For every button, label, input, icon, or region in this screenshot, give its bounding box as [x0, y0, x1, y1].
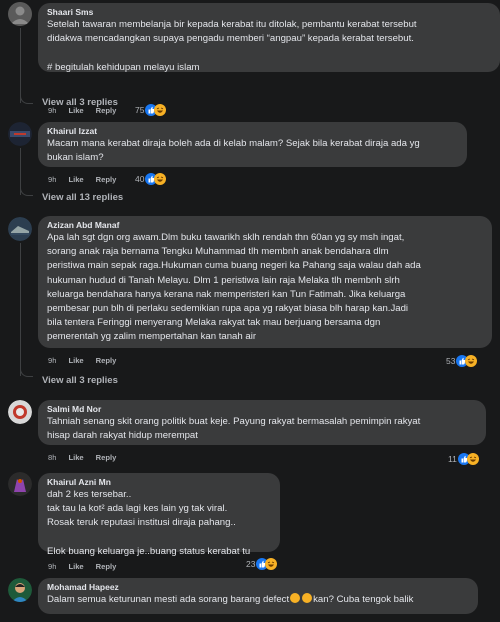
comment-author[interactable]: Azizan Abd Manaf — [47, 219, 483, 231]
reaction-summary[interactable]: 40 — [135, 172, 167, 186]
comment-actions: 9h Like Reply — [48, 560, 116, 572]
comment-author[interactable]: Mohamad Hapeez — [47, 581, 469, 593]
avatar[interactable] — [8, 472, 32, 496]
comment-time[interactable]: 8h — [48, 453, 56, 462]
haha-reaction-icon — [265, 558, 278, 570]
reaction-summary[interactable]: 11 — [448, 452, 479, 466]
reaction-count: 11 — [448, 454, 457, 464]
reply-button[interactable]: Reply — [96, 562, 117, 571]
comment-author[interactable]: Shaari Sms — [47, 6, 491, 18]
comment-text-part: kan? Cuba tengok balik — [313, 594, 414, 605]
comment-actions: 9h Like Reply — [48, 354, 116, 366]
comment-text: Apa lah sgt dgn org awam.Dlm buku tawari… — [47, 232, 421, 343]
thread-elbow — [20, 93, 33, 104]
comment-author[interactable]: Salmi Md Nor — [47, 403, 477, 415]
comment-time[interactable]: 9h — [48, 356, 56, 365]
comment-time[interactable]: 9h — [48, 562, 56, 571]
comment-author[interactable]: Khairul Azni Mn — [47, 476, 271, 488]
comment-text-part: Dalam semua keturunan mesti ada sorang b… — [47, 594, 290, 605]
comment-text: Macam mana kerabat diraja boleh ada di k… — [47, 138, 420, 164]
comment-actions: 8h Like Reply — [48, 451, 116, 463]
thread-line — [20, 243, 21, 376]
comment-author[interactable]: Khairul Izzat — [47, 125, 458, 137]
avatar[interactable] — [8, 122, 32, 146]
comment-bubble: Khairul Azni Mn dah 2 kes tersebar.. tak… — [38, 473, 280, 557]
like-button[interactable]: Like — [68, 175, 83, 184]
comment-bubble: Shaari Sms Setelah tawaran membelanja bi… — [38, 3, 500, 73]
like-button[interactable]: Like — [68, 453, 83, 462]
view-replies-link[interactable]: View all 3 replies — [42, 375, 118, 386]
view-replies-link[interactable]: View all 13 replies — [42, 192, 123, 203]
thread-line — [20, 28, 21, 103]
comment-bubble: Salmi Md Nor Tahniah senang skit orang p… — [38, 400, 486, 445]
reaction-count: 75 — [135, 105, 145, 115]
comment-text: Setelah tawaran membelanja bir kepada ke… — [47, 19, 417, 73]
like-button[interactable]: Like — [68, 356, 83, 365]
reaction-count: 23 — [246, 559, 256, 569]
reaction-count: 40 — [135, 174, 145, 184]
thread-elbow — [20, 185, 33, 196]
comment-text: Dalam semua keturunan mesti ada sorang b… — [47, 593, 469, 607]
avatar[interactable] — [8, 217, 32, 241]
comment-bubble: Mohamad Hapeez Dalam semua keturunan mes… — [38, 578, 478, 614]
thread-elbow — [20, 366, 33, 377]
avatar[interactable] — [8, 2, 32, 26]
rofl-emoji-icon — [290, 593, 301, 603]
comment-actions: 9h Like Reply — [48, 173, 116, 185]
comment-text: dah 2 kes tersebar.. tak tau la kot² ada… — [47, 489, 251, 557]
comment-bubble: Khairul Izzat Macam mana kerabat diraja … — [38, 122, 467, 167]
comment-text: Tahniah senang skit orang politik buat k… — [47, 416, 421, 442]
reply-button[interactable]: Reply — [96, 175, 117, 184]
avatar[interactable] — [8, 578, 32, 602]
haha-reaction-icon — [154, 173, 167, 185]
haha-reaction-icon — [465, 355, 478, 367]
like-button[interactable]: Like — [68, 562, 83, 571]
reaction-summary[interactable]: 23 — [246, 557, 278, 571]
reply-button[interactable]: Reply — [96, 453, 117, 462]
reaction-summary[interactable]: 75 — [135, 103, 167, 117]
avatar[interactable] — [8, 400, 32, 424]
reaction-summary[interactable]: 53 — [446, 354, 478, 368]
haha-reaction-icon — [154, 104, 167, 116]
rofl-emoji-icon — [302, 593, 313, 603]
haha-reaction-icon — [466, 453, 479, 465]
view-replies-link[interactable]: View all 3 replies — [42, 97, 118, 108]
comment-bubble: Azizan Abd Manaf Apa lah sgt dgn org awa… — [38, 216, 492, 348]
reaction-count: 53 — [446, 356, 456, 366]
comment-time[interactable]: 9h — [48, 175, 56, 184]
reply-button[interactable]: Reply — [96, 356, 117, 365]
